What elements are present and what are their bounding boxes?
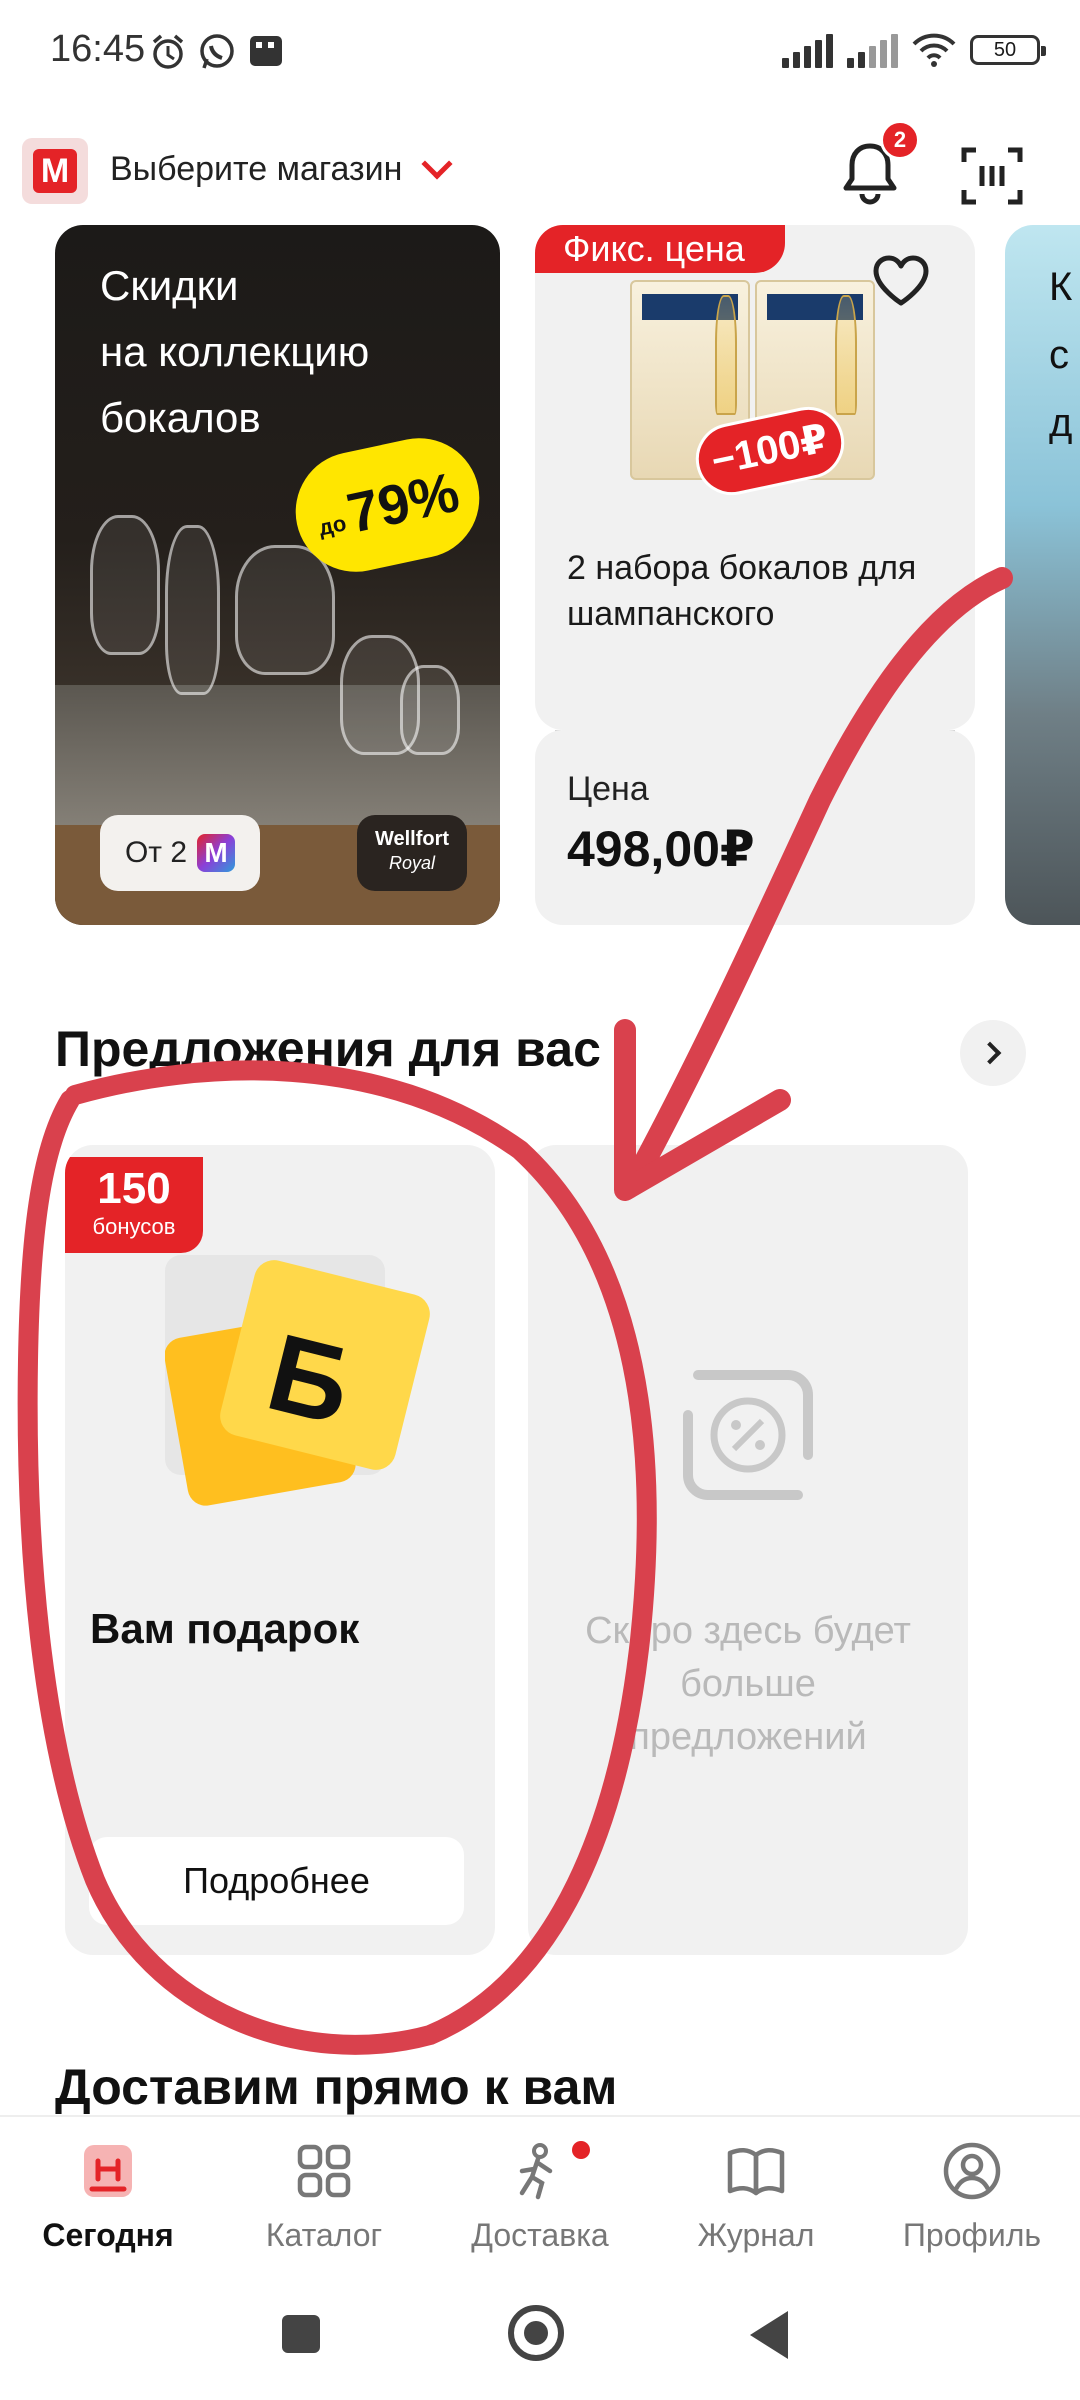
delivery-icon <box>519 2143 553 2200</box>
status-time: 16:45 <box>50 28 146 70</box>
app-header: М Выберите магазин 2 <box>0 120 1080 230</box>
bonus-badge: 150 бонусов <box>65 1157 203 1253</box>
nav-label: Каталог <box>265 2217 383 2253</box>
promo-title-line: д <box>1049 401 1073 445</box>
glass-image <box>400 665 460 755</box>
promo-title-line: на коллекцию <box>100 328 370 375</box>
brand-chip: Wellfort Royal <box>357 815 467 891</box>
nav-label: Профиль <box>902 2217 1042 2253</box>
fixed-price-badge: Фикс. цена <box>535 225 785 273</box>
logo-icon: М <box>33 149 77 193</box>
chevron-down-icon <box>421 147 453 180</box>
discount-value: 79% <box>341 459 465 545</box>
nav-label: Доставка <box>471 2217 609 2253</box>
alarm-icon <box>152 34 184 69</box>
bonus-unit: бонусов <box>92 1214 176 1239</box>
m-logo-icon: М <box>197 834 236 872</box>
promo-card-product[interactable]: −100₽ Фикс. цена 2 набора бокалов для ша… <box>535 225 975 925</box>
from-chip: От 2 М <box>100 815 260 891</box>
store-select-label: Выберите магазин <box>110 150 403 188</box>
glass-image <box>165 525 220 695</box>
section-title-offers: Предложения для вас <box>55 1021 601 1077</box>
product-card-bottom: Цена 498,00₽ <box>535 730 975 925</box>
signal-icon <box>782 32 833 68</box>
section-title-delivery: Доставим прямо к вам <box>55 2059 618 2115</box>
product-name: 2 набора бокалов для шампанского <box>567 549 917 633</box>
whatsapp-icon <box>200 34 234 69</box>
offer-title: Вам подарок <box>90 1605 360 1652</box>
product-card-top: −100₽ Фикс. цена 2 набора бокалов для ша… <box>535 225 975 730</box>
bonus-value: 150 <box>97 1164 171 1213</box>
status-icons-right: 50 <box>782 32 1046 68</box>
home-button[interactable] <box>508 2305 564 2361</box>
promo-title: Скидки на коллекцию бокалов <box>100 253 480 451</box>
nav-label: Журнал <box>697 2217 815 2253</box>
promo-card-glasses[interactable]: Скидки на коллекцию бокалов до 79% От 2 … <box>55 225 500 925</box>
discount-placeholder-icon <box>683 1370 813 1500</box>
chevron-right-icon <box>978 1041 1002 1065</box>
price-value: 498,00₽ <box>567 821 755 877</box>
status-icons-left <box>150 32 284 72</box>
today-icon <box>84 2145 132 2197</box>
promo-title-line: К <box>1049 265 1073 309</box>
battery-icon: 50 <box>970 35 1046 65</box>
nav-label: Сегодня <box>42 2217 174 2253</box>
app-grid-icon <box>250 36 282 66</box>
nav-profile[interactable]: Профиль <box>864 2117 1080 2267</box>
offer-card-gift[interactable]: 150 бонусов Б Вам подарок Подробнее <box>65 1145 495 1955</box>
brand-name: Wellfort <box>374 828 450 850</box>
back-button[interactable] <box>750 2311 788 2359</box>
flute-image <box>835 295 857 415</box>
system-nav-bar <box>0 2265 1080 2400</box>
placeholder-text: Скоро здесь будет больше предложений <box>585 1610 911 1758</box>
nav-journal[interactable]: Журнал <box>648 2117 864 2267</box>
flute-image <box>715 295 737 415</box>
glass-image <box>90 515 160 655</box>
discount-prefix: до <box>316 510 349 541</box>
catalog-icon <box>297 2144 351 2198</box>
promo-title-line: Скидки <box>100 262 239 309</box>
price-label: Цена <box>567 770 649 808</box>
heart-icon[interactable] <box>870 253 932 309</box>
bottom-nav: Сегодня Каталог Доставка Журнал Профиль <box>0 2115 1080 2265</box>
offers-next-button[interactable] <box>960 1020 1026 1086</box>
from-chip-label: От 2 <box>124 836 188 869</box>
placeholder-card: Скоро здесь будет больше предложений <box>528 1145 968 1955</box>
glass-image <box>235 545 335 675</box>
brand-sub: Royal <box>388 853 436 873</box>
notification-badge: 2 <box>880 120 920 160</box>
profile-icon <box>943 2142 1001 2200</box>
nav-today[interactable]: Сегодня <box>0 2117 216 2267</box>
recent-apps-button[interactable] <box>282 2315 320 2353</box>
delivery-notification-dot <box>572 2141 590 2159</box>
nav-delivery[interactable]: Доставка <box>432 2117 648 2267</box>
promo-title: К с д <box>1049 253 1072 457</box>
store-select-button[interactable]: Выберите магазин <box>110 147 453 189</box>
scan-icon[interactable] <box>960 144 1024 208</box>
store-logo: М <box>22 138 88 204</box>
promo-title-line: с <box>1049 333 1069 377</box>
signal-icon-2 <box>847 32 898 68</box>
promo-card-partial[interactable]: К с д <box>1005 225 1080 925</box>
status-bar: 16:45 50 <box>0 0 1080 110</box>
journal-icon <box>727 2148 785 2196</box>
details-button[interactable]: Подробнее <box>89 1837 464 1925</box>
wifi-icon <box>912 33 956 67</box>
nav-catalog[interactable]: Каталог <box>216 2117 432 2267</box>
